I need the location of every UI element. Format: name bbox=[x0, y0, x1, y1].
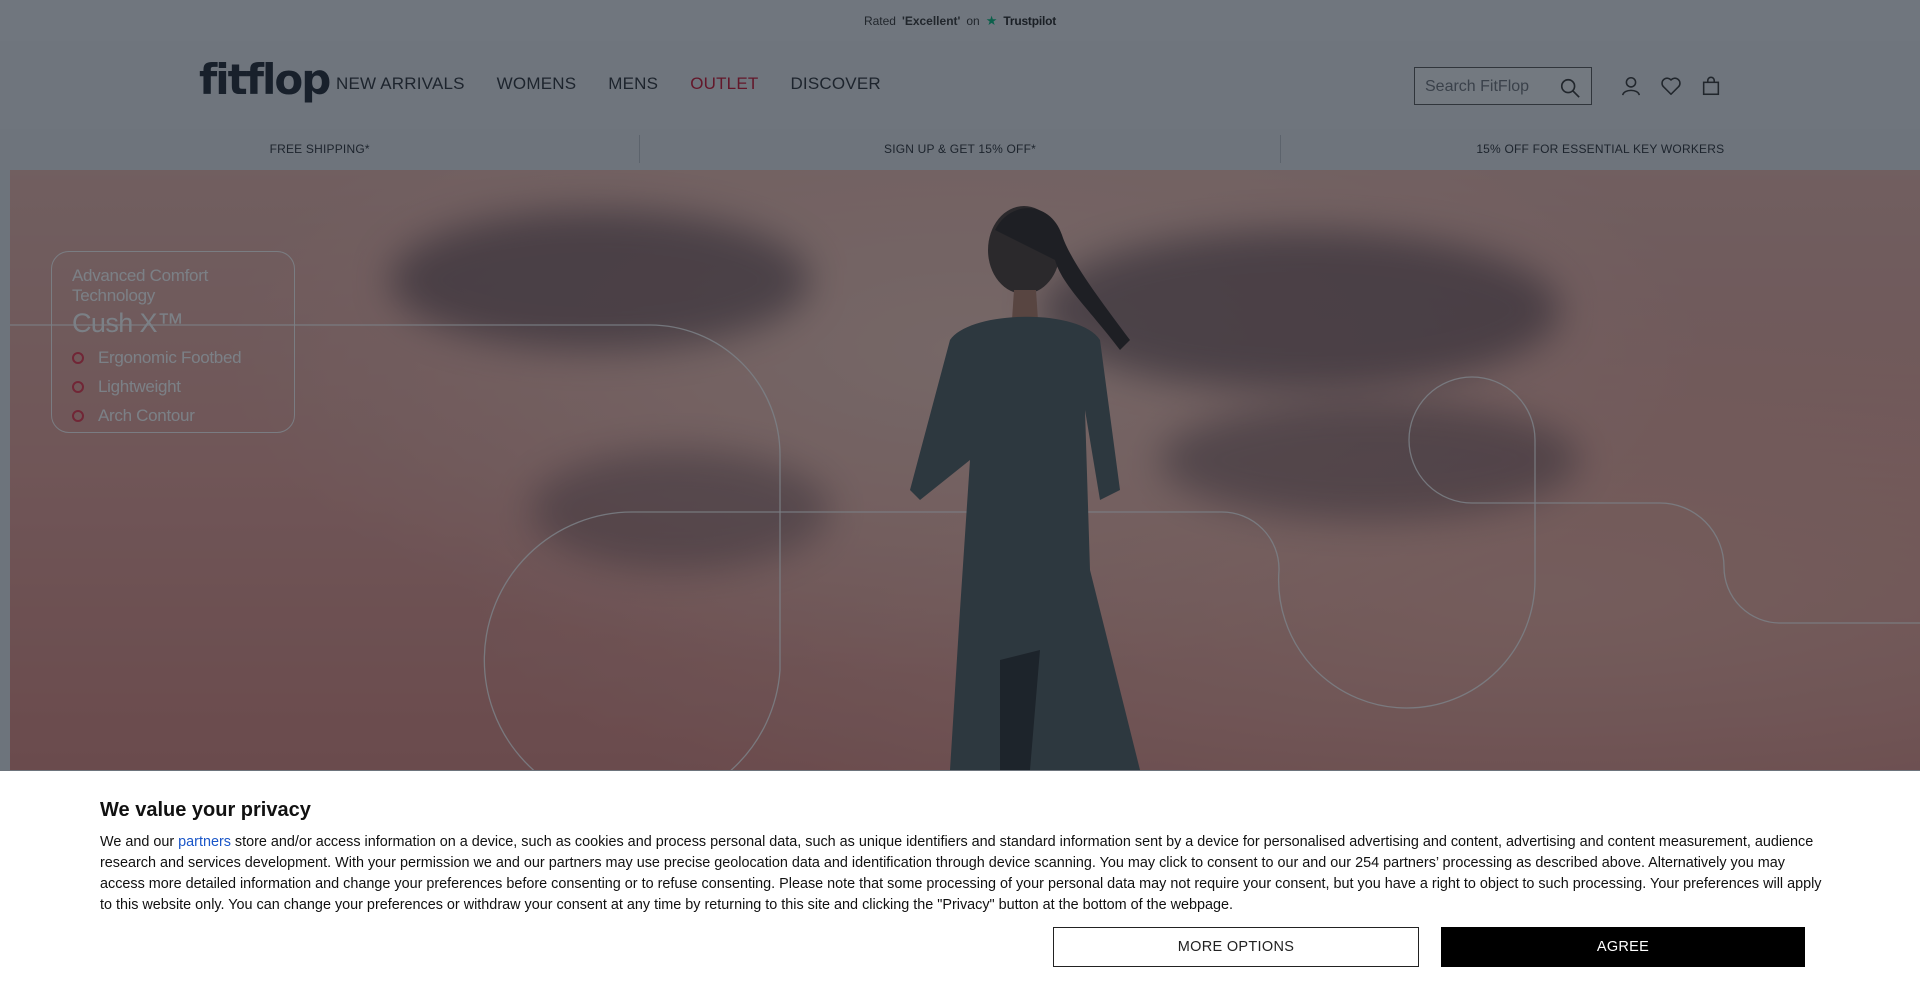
feature-label: Lightweight bbox=[98, 377, 181, 396]
feature-item: Ergonomic Footbed bbox=[72, 348, 294, 368]
tech-kicker: Advanced Comfort Technology bbox=[72, 266, 208, 305]
more-options-button[interactable]: MORE OPTIONS bbox=[1053, 927, 1419, 967]
trustpilot-rating-bar[interactable]: Rated 'Excellent' on ★ Trustpilot bbox=[0, 0, 1920, 41]
wishlist-heart-icon[interactable] bbox=[1660, 75, 1682, 97]
search-box bbox=[1414, 67, 1592, 106]
promo-free-shipping[interactable]: FREE SHIPPING* bbox=[0, 135, 641, 163]
nav-womens[interactable]: WOMENS bbox=[497, 74, 577, 94]
nav-outlet[interactable]: OUTLET bbox=[690, 74, 758, 94]
agree-button[interactable]: AGREE bbox=[1441, 927, 1805, 967]
feature-label: Ergonomic Footbed bbox=[98, 348, 242, 367]
bullet-dot-icon bbox=[72, 410, 84, 422]
nav-discover[interactable]: DISCOVER bbox=[790, 74, 880, 94]
trustpilot-brand: Trustpilot bbox=[1003, 13, 1057, 28]
account-icon[interactable] bbox=[1620, 75, 1642, 97]
tech-title: Cush X™ bbox=[72, 308, 184, 338]
rating-prefix: Rated bbox=[863, 13, 896, 28]
consent-text-start: We and our bbox=[100, 834, 179, 850]
hero-banner[interactable]: Advanced Comfort Technology Cush X™ Ergo… bbox=[10, 170, 1920, 770]
promo-strip: FREE SHIPPING* SIGN UP & GET 15% OFF* 15… bbox=[0, 129, 1920, 170]
rating-score: 'Excellent' bbox=[901, 13, 961, 28]
main-nav: NEW ARRIVALS WOMENS MENS OUTLET DISCOVER bbox=[336, 74, 913, 94]
cookie-consent-banner: We value your privacy We and our partner… bbox=[0, 771, 1920, 993]
nav-mens[interactable]: MENS bbox=[608, 74, 658, 94]
shopping-bag-icon[interactable] bbox=[1700, 75, 1722, 97]
feature-item: Lightweight bbox=[72, 377, 294, 397]
consent-text-rest: store and/or access information on a dev… bbox=[100, 834, 1822, 913]
search-icon[interactable] bbox=[1559, 77, 1581, 99]
hero-model-figure bbox=[910, 206, 1140, 770]
consent-text: We and our partners store and/or access … bbox=[100, 832, 1825, 916]
promo-key-workers[interactable]: 15% OFF FOR ESSENTIAL KEY WORKERS bbox=[1281, 135, 1920, 163]
fitflop-logo[interactable]: fitflop bbox=[199, 59, 331, 101]
comfort-technology-card: Advanced Comfort Technology Cush X™ Ergo… bbox=[51, 251, 295, 433]
feature-item: Arch Contour bbox=[72, 406, 294, 426]
rating-on: on bbox=[966, 13, 980, 28]
trustpilot-star-icon: ★ bbox=[985, 12, 998, 28]
partners-link[interactable]: partners bbox=[178, 834, 231, 850]
bullet-dot-icon bbox=[72, 381, 84, 393]
feature-label: Arch Contour bbox=[98, 406, 195, 425]
bullet-dot-icon bbox=[72, 352, 84, 364]
promo-signup-discount[interactable]: SIGN UP & GET 15% OFF* bbox=[640, 135, 1281, 163]
site-header: fitflop NEW ARRIVALS WOMENS MENS OUTLET … bbox=[0, 41, 1920, 129]
nav-new-arrivals[interactable]: NEW ARRIVALS bbox=[336, 74, 465, 94]
consent-title: We value your privacy bbox=[100, 799, 311, 821]
search-input[interactable] bbox=[1423, 68, 1557, 106]
